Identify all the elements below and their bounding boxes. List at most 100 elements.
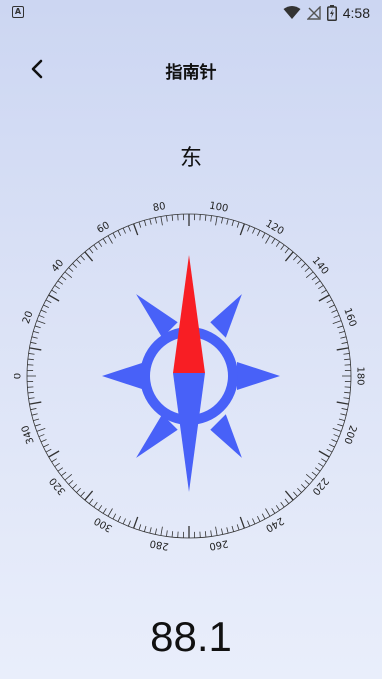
dial-tick	[166, 215, 168, 222]
dial-tick	[80, 255, 85, 261]
dial-tick	[28, 353, 35, 355]
dial-tick	[64, 474, 73, 481]
dial-degree-label: 320	[48, 475, 69, 497]
dial-tick	[107, 508, 113, 517]
dial-tick	[45, 299, 52, 304]
dial-tick	[321, 289, 327, 294]
dial-tick	[76, 487, 81, 493]
dial-tick	[45, 448, 52, 453]
dial-tick	[331, 439, 338, 443]
app-header: 指南针	[0, 46, 382, 92]
dial-tick	[117, 516, 121, 522]
dial-tick	[122, 227, 126, 234]
dial-tick	[332, 427, 342, 432]
dial-tick	[28, 397, 35, 399]
dial-degree-label: 220	[310, 475, 331, 497]
dial-tick	[284, 498, 290, 504]
dial-tick	[280, 501, 285, 508]
dial-tick	[332, 320, 342, 325]
dial-tick	[271, 508, 276, 514]
dial-tick	[127, 225, 131, 232]
dial-tick	[149, 527, 152, 534]
dial-tick	[34, 423, 41, 427]
dial-tick	[43, 444, 49, 448]
dial-tick	[318, 294, 330, 302]
dial-tick	[40, 439, 47, 443]
dial-tick	[93, 244, 98, 251]
dial-tick	[107, 235, 113, 244]
status-time: 4:58	[342, 5, 370, 21]
dial-tick	[336, 401, 349, 405]
dial-degree-label: 200	[341, 424, 358, 446]
dial-tick	[304, 480, 310, 485]
dial-tick	[31, 336, 38, 339]
compass-dial: 0 20 40 60 80 100 120 140 160 180 200 220 240 260 280 3…	[14, 201, 366, 552]
dial-tick	[138, 221, 142, 228]
dial-tick	[261, 232, 266, 239]
dial-tick	[88, 248, 94, 254]
dial-tick	[297, 259, 302, 265]
dial-tick	[154, 217, 157, 224]
wifi-icon	[283, 6, 301, 19]
dial-tick	[204, 531, 207, 538]
dial-tick	[29, 347, 42, 351]
dial-tick	[326, 448, 333, 453]
dial-tick	[338, 330, 345, 334]
dial-tick	[38, 314, 45, 318]
dial-tick	[33, 330, 40, 334]
dial-tick	[68, 267, 74, 272]
dial-tick	[257, 230, 261, 236]
dial-tick	[247, 225, 251, 232]
dial-tick	[84, 490, 94, 501]
dial-tick	[293, 491, 298, 497]
dial-tick	[54, 462, 60, 467]
dial-degree-label: 80	[152, 201, 166, 214]
dial-tick	[34, 325, 41, 329]
dial-tick	[51, 458, 57, 463]
dial-tick	[38, 434, 45, 438]
dial-tick	[231, 525, 235, 532]
dial-tick	[293, 255, 298, 261]
dial-tick	[154, 528, 157, 535]
dial-tick	[88, 498, 94, 504]
dial-tick	[72, 263, 78, 268]
dial-degree-label: 340	[20, 424, 37, 446]
dial-tick	[311, 275, 317, 281]
dial-tick	[112, 513, 117, 520]
dial-tick	[72, 484, 78, 489]
dial-tick	[68, 480, 74, 485]
dial-tick	[311, 471, 317, 477]
dial-tick	[326, 299, 333, 304]
dial-tick	[204, 214, 207, 221]
dial-tick	[84, 251, 94, 262]
dial-tick	[321, 458, 327, 463]
dial-tick	[343, 353, 350, 355]
dial-tick	[331, 309, 338, 313]
dial-tick	[261, 513, 266, 520]
dial-tick	[226, 527, 229, 534]
dial-tick	[43, 304, 49, 308]
dial-degree-label: 60	[95, 220, 112, 236]
needle-south	[173, 373, 205, 492]
dial-tick	[93, 501, 98, 508]
dial-tick	[344, 358, 351, 361]
dial-tick	[239, 223, 246, 236]
dial-tick	[236, 221, 240, 228]
dial-tick	[226, 218, 229, 225]
dial-degree-label: 260	[208, 537, 229, 551]
dial-tick	[64, 271, 73, 278]
dial-tick	[318, 285, 324, 290]
dial-tick	[280, 244, 285, 251]
dial-tick	[48, 450, 60, 458]
status-bar: A 4:58	[0, 0, 382, 26]
heading-value: 88.1	[150, 613, 232, 660]
dial-tick	[337, 325, 344, 329]
dial-tick	[166, 530, 168, 537]
direction-label: 东	[179, 146, 202, 171]
dial-tick	[300, 263, 306, 268]
dial-degree-label: 40	[50, 258, 67, 275]
dial-tick	[341, 341, 348, 344]
dial-degree-label: 300	[92, 515, 114, 534]
dial-tick	[318, 462, 324, 467]
dial-tick	[221, 528, 224, 535]
